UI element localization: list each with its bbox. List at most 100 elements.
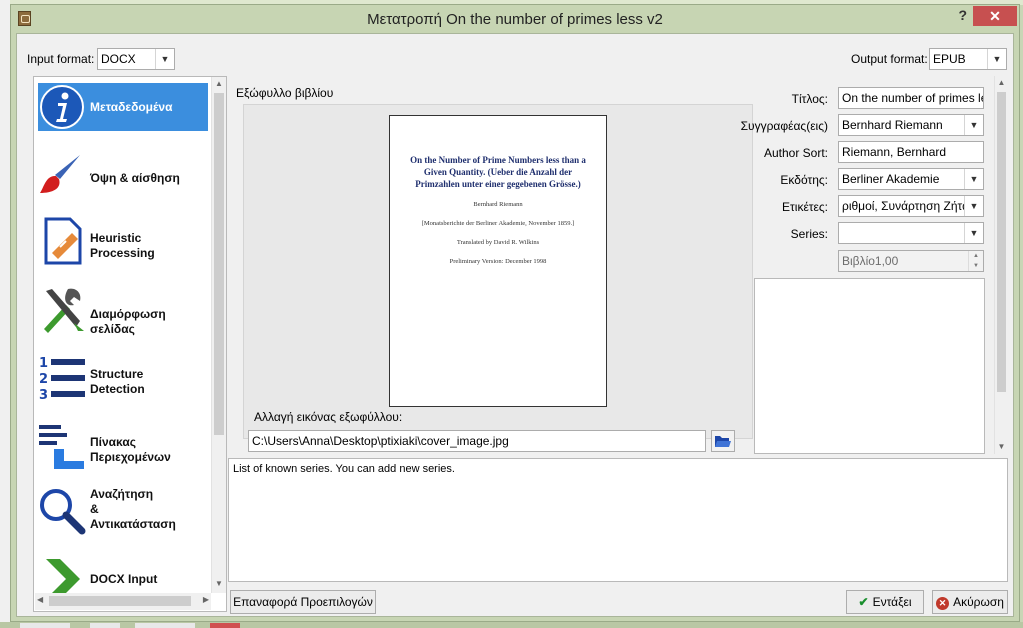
dialog-body: Input format: DOCX ▼ Output format: EPUB… (16, 33, 1014, 617)
cover-path-value: C:\Users\Anna\Desktop\ptixiaki\cover_ima… (252, 434, 509, 448)
cover-book-version: Preliminary Version: December 1998 (449, 258, 547, 265)
publisher-select[interactable]: Berliner Akademie ▼ (838, 168, 984, 190)
scroll-down-icon[interactable]: ▼ (212, 577, 226, 591)
sidebar-item-label: Αναζήτηση & Αντικατάσταση (90, 487, 176, 531)
info-icon (40, 85, 84, 129)
conversion-sections-list: Μεταδεδομένα Όψη & αίσθηση Heuristic Pro… (33, 76, 227, 612)
scroll-up-icon[interactable]: ▲ (212, 77, 226, 91)
cover-section-label: Εξώφυλλο βιβλίου (236, 86, 334, 100)
cover-image-preview: On the Number of Prime Numbers less than… (389, 115, 607, 407)
sidebar-item-heuristic-processing[interactable]: Heuristic Processing (38, 217, 208, 273)
author-sort-label: Author Sort: (763, 146, 828, 160)
sidebar-item-label: Πίνακας Περιεχομένων (90, 435, 171, 464)
title-label: Τίτλος: (791, 92, 828, 106)
scroll-down-icon[interactable]: ▼ (995, 440, 1008, 454)
tags-value: ριθμοί, Συνάρτηση Ζήτα, (842, 199, 973, 213)
form-vertical-scrollbar[interactable]: ▲ ▼ (994, 76, 1008, 454)
input-format-select[interactable]: DOCX ▼ (97, 48, 175, 70)
magnifier-icon (40, 489, 86, 535)
input-format-label: Input format: (27, 52, 95, 66)
author-sort-value: Riemann, Bernhard (842, 145, 947, 159)
browse-cover-button[interactable] (711, 430, 735, 452)
sidebar-item-table-of-contents[interactable]: Πίνακας Περιεχομένων (38, 421, 208, 477)
cancel-button[interactable]: ✕ Ακύρωση (932, 590, 1008, 614)
spin-arrows-icon[interactable]: ▲ ▼ (968, 251, 983, 271)
window-title: Μετατροπή On the number of primes less v… (367, 11, 663, 28)
comments-editor[interactable] (754, 278, 985, 454)
sidebar-item-label: Μεταδεδομένα (90, 100, 173, 114)
numbered-list-icon: 1 2 3 (39, 356, 85, 401)
check-icon: ✔ (858, 595, 869, 609)
help-button[interactable]: ? (958, 7, 967, 23)
sidebar-item-label: DOCX Input (90, 572, 158, 586)
series-index-value: Βιβλίο1,00 (842, 254, 899, 268)
help-text-panel: List of known series. You can add new se… (228, 458, 1008, 582)
background-window-edge (0, 0, 10, 628)
svg-text:1: 1 (39, 356, 48, 371)
output-format-value: EPUB (933, 52, 966, 66)
author-sort-input[interactable]: Riemann, Bernhard (838, 141, 984, 163)
reset-defaults-button[interactable]: Επαναφορά Προεπιλογών (230, 590, 376, 614)
ok-button[interactable]: ✔ Εντάξει (846, 590, 924, 614)
scroll-up-icon[interactable]: ▲ (995, 76, 1008, 90)
scroll-left-icon[interactable]: ◀ (37, 595, 43, 604)
sidebar-item-label: Όψη & αίσθηση (90, 171, 180, 185)
publisher-value: Berliner Akademie (842, 172, 940, 186)
author-select[interactable]: Bernhard Riemann ▼ (838, 114, 984, 136)
tags-select[interactable]: ριθμοί, Συνάρτηση Ζήτα, ▼ (838, 195, 984, 217)
series-label: Series: (790, 227, 828, 241)
cover-book-source: [Monatsberichte der Berliner Akademie, N… (421, 220, 575, 227)
cover-preview-box: On the Number of Prime Numbers less than… (243, 104, 753, 439)
chevron-down-icon[interactable]: ▼ (964, 223, 983, 243)
scroll-right-icon[interactable]: ▶ (203, 595, 209, 604)
tools-icon (44, 288, 84, 333)
sidebar-item-search-replace[interactable]: Αναζήτηση & Αντικατάσταση (38, 487, 208, 547)
sidebar-vertical-scrollbar[interactable]: ▲ ▼ (211, 77, 226, 593)
cover-book-author: Bernhard Riemann (473, 201, 523, 208)
series-index-spinbox[interactable]: Βιβλίο1,00 ▲ ▼ (838, 250, 984, 272)
tags-label: Ετικέτες: (782, 200, 828, 214)
cover-path-input[interactable]: C:\Users\Anna\Desktop\ptixiaki\cover_ima… (248, 430, 706, 452)
cover-book-title: On the Number of Prime Numbers less than… (410, 155, 586, 189)
paintbrush-icon (40, 155, 80, 193)
background-taskbar-strip (0, 622, 1023, 628)
sidebar-item-label: Heuristic Processing (90, 231, 155, 260)
title-input[interactable]: On the number of primes less v (838, 87, 984, 109)
chevron-down-icon[interactable]: ▼ (964, 169, 983, 189)
convert-dialog: Μετατροπή On the number of primes less v… (10, 4, 1020, 622)
scrollbar-thumb[interactable] (997, 92, 1006, 392)
sidebar-item-label: Διαμόρφωση σελίδας (90, 307, 166, 336)
heuristic-document-icon (44, 217, 82, 265)
input-format-value: DOCX (101, 52, 136, 66)
chevron-down-icon[interactable]: ▼ (155, 49, 174, 69)
folder-open-icon (715, 436, 731, 447)
close-button[interactable]: ✕ (973, 6, 1017, 26)
output-format-select[interactable]: EPUB ▼ (929, 48, 1007, 70)
svg-text:3: 3 (39, 388, 48, 401)
sidebar-item-metadata[interactable]: Μεταδεδομένα (38, 83, 208, 131)
title-value: On the number of primes less v (842, 91, 983, 105)
svg-text:2: 2 (39, 372, 48, 387)
author-value: Bernhard Riemann (842, 118, 943, 132)
publisher-label: Εκδότης: (780, 173, 828, 187)
sidebar-item-page-setup[interactable]: Διαμόρφωση σελίδας (38, 285, 208, 341)
scrollbar-thumb[interactable] (214, 93, 224, 435)
author-label: Συγγραφέας(εις) (740, 119, 828, 133)
sidebar-item-label: Structure Detection (90, 367, 145, 396)
change-cover-label: Αλλαγή εικόνας εξωφύλλου: (254, 410, 403, 424)
title-bar[interactable]: Μετατροπή On the number of primes less v… (11, 5, 1019, 33)
chevron-down-icon[interactable]: ▼ (964, 196, 983, 216)
series-select[interactable]: ▼ (838, 222, 984, 244)
sidebar-horizontal-scrollbar[interactable]: ◀ ▶ (35, 593, 211, 610)
chevron-down-icon[interactable]: ▼ (987, 49, 1006, 69)
ok-label: Εντάξει (872, 595, 912, 609)
chevron-down-icon[interactable]: ▼ (964, 115, 983, 135)
toc-icon (39, 425, 84, 469)
cancel-label: Ακύρωση (953, 595, 1004, 609)
help-text: List of known series. You can add new se… (233, 463, 455, 475)
output-format-label: Output format: (851, 52, 928, 66)
sidebar-item-look-and-feel[interactable]: Όψη & αίσθηση (38, 149, 208, 205)
sidebar-item-structure-detection[interactable]: 1 2 3 Structure Detection (38, 353, 208, 409)
scrollbar-thumb[interactable] (49, 596, 191, 606)
cover-book-translator: Translated by David R. Wilkins (456, 239, 540, 246)
